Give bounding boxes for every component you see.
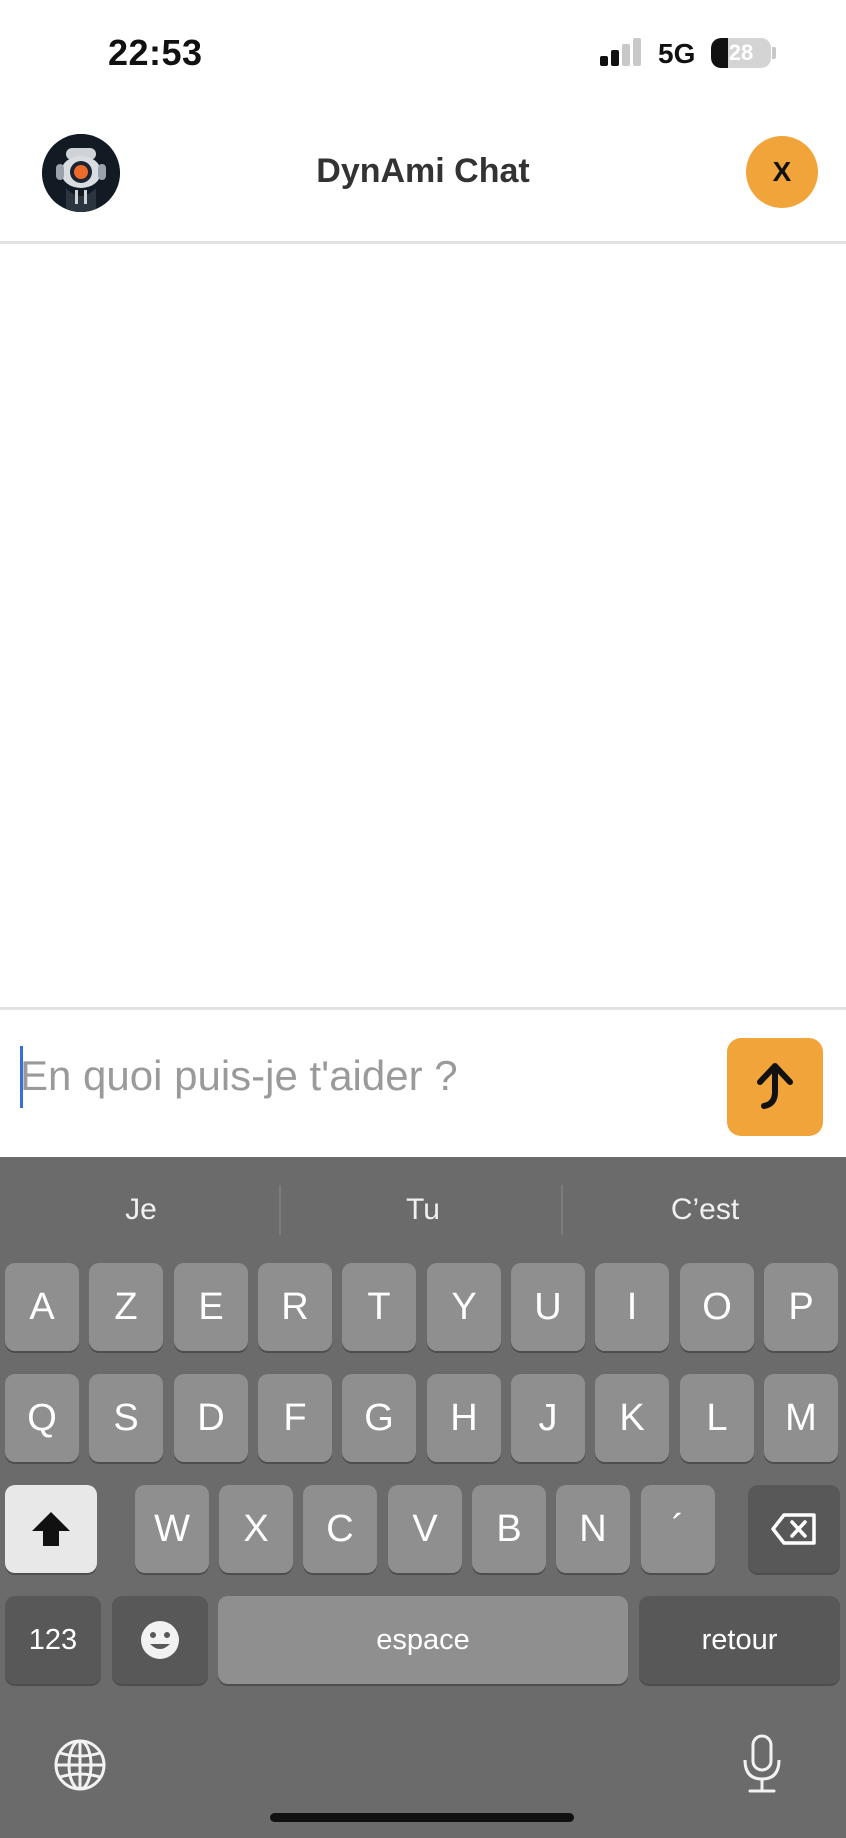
- signal-strength-icon: [600, 38, 644, 66]
- key-q[interactable]: Q: [5, 1374, 79, 1462]
- shift-key[interactable]: [5, 1485, 97, 1573]
- backspace-icon: [771, 1513, 816, 1545]
- suggestion-1[interactable]: Je: [0, 1193, 282, 1227]
- key-p[interactable]: P: [764, 1263, 838, 1351]
- key-u[interactable]: U: [511, 1263, 585, 1351]
- key-b[interactable]: B: [472, 1485, 546, 1573]
- key-e[interactable]: E: [174, 1263, 248, 1351]
- suggestion-divider: [279, 1185, 281, 1235]
- status-bar: 22:53 5G 28: [0, 0, 846, 104]
- key-c[interactable]: C: [303, 1485, 377, 1573]
- message-composer: [0, 1007, 846, 1157]
- key-r[interactable]: R: [258, 1263, 332, 1351]
- suggestion-3[interactable]: C’est: [564, 1193, 846, 1227]
- close-button[interactable]: X: [746, 136, 818, 208]
- battery-icon: 28: [711, 38, 771, 68]
- network-type: 5G: [658, 38, 696, 69]
- key-h[interactable]: H: [427, 1374, 501, 1462]
- key-a[interactable]: A: [5, 1263, 79, 1351]
- send-button[interactable]: [727, 1038, 823, 1136]
- delete-key[interactable]: [748, 1485, 840, 1573]
- key-y[interactable]: Y: [427, 1263, 501, 1351]
- chat-messages-area[interactable]: [0, 247, 846, 1007]
- key-o[interactable]: O: [680, 1263, 754, 1351]
- return-key[interactable]: retour: [639, 1596, 840, 1684]
- key-acute-accent[interactable]: ´: [641, 1485, 715, 1573]
- numbers-key[interactable]: 123: [5, 1596, 101, 1684]
- key-g[interactable]: G: [342, 1374, 416, 1462]
- message-input[interactable]: [20, 1040, 710, 1112]
- chat-header: DynAmi Chat X: [0, 104, 846, 244]
- key-w[interactable]: W: [135, 1485, 209, 1573]
- emoji-key[interactable]: [112, 1596, 208, 1684]
- microphone-icon[interactable]: [740, 1733, 784, 1800]
- battery-level: 28: [728, 40, 754, 65]
- battery-cap: [772, 47, 776, 59]
- key-k[interactable]: K: [595, 1374, 669, 1462]
- key-n[interactable]: N: [556, 1485, 630, 1573]
- suggestion-2[interactable]: Tu: [282, 1193, 564, 1227]
- key-s[interactable]: S: [89, 1374, 163, 1462]
- home-indicator: [270, 1813, 574, 1822]
- keyboard: Je Tu C’est A Z E R T Y U I O P Q S D F …: [0, 1157, 846, 1838]
- smiley-icon: [141, 1621, 179, 1659]
- key-j[interactable]: J: [511, 1374, 585, 1462]
- key-f[interactable]: F: [258, 1374, 332, 1462]
- key-i[interactable]: I: [595, 1263, 669, 1351]
- key-z[interactable]: Z: [89, 1263, 163, 1351]
- key-t[interactable]: T: [342, 1263, 416, 1351]
- arrow-up-icon: [757, 1063, 793, 1109]
- key-d[interactable]: D: [174, 1374, 248, 1462]
- status-time: 22:53: [108, 32, 203, 73]
- key-v[interactable]: V: [388, 1485, 462, 1573]
- app-title: DynAmi Chat: [316, 152, 530, 190]
- shift-arrow-icon: [32, 1512, 70, 1546]
- suggestion-divider: [561, 1185, 563, 1235]
- key-x[interactable]: X: [219, 1485, 293, 1573]
- space-key[interactable]: espace: [218, 1596, 628, 1684]
- globe-icon[interactable]: [52, 1737, 108, 1798]
- key-l[interactable]: L: [680, 1374, 754, 1462]
- key-m[interactable]: M: [764, 1374, 838, 1462]
